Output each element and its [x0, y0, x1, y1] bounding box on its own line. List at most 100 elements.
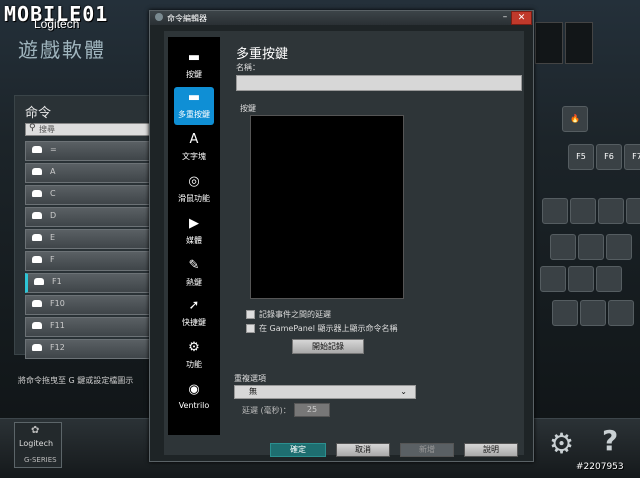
key-button[interactable]	[606, 234, 632, 260]
window-title: 命令編輯器	[167, 14, 207, 23]
list-item[interactable]: A	[25, 163, 151, 183]
key-button[interactable]	[626, 198, 640, 224]
key-button[interactable]	[596, 266, 622, 292]
list-item-label: E	[50, 233, 56, 242]
key-button[interactable]: 🔥	[562, 106, 588, 132]
key-icon	[32, 234, 42, 241]
profile-slots	[535, 22, 593, 72]
list-item[interactable]: F	[25, 251, 151, 271]
list-item[interactable]: =	[25, 141, 151, 161]
watermark-id: #2207953	[576, 462, 624, 472]
drag-hint: 將命令拖曳至 G 鍵或設定檔圖示	[18, 376, 134, 385]
window-titlebar[interactable]: 命令編輯器 – ✕	[150, 11, 533, 25]
settings-gear-icon[interactable]: ⚙	[549, 429, 574, 459]
key-button[interactable]	[570, 198, 596, 224]
command-search-input[interactable]: ⚲ 搜尋	[25, 123, 153, 136]
list-item[interactable]: F11	[25, 317, 151, 337]
command-list: = A C D E F F1 F10 F11 F12	[25, 141, 151, 361]
nav-item-mouse[interactable]: ◎ 滑鼠功能	[168, 171, 220, 209]
help-icon[interactable]: ?	[602, 426, 618, 456]
key-f7[interactable]: F7	[624, 144, 640, 170]
new-button[interactable]: 新增	[400, 443, 454, 457]
key-f6[interactable]: F6	[596, 144, 622, 170]
window-app-icon	[155, 13, 163, 21]
function-gear-icon: ⚙	[188, 340, 200, 355]
help-button[interactable]: 說明	[464, 443, 518, 457]
key-button[interactable]	[550, 234, 576, 260]
list-item[interactable]: F10	[25, 295, 151, 315]
page-title: 多重按鍵	[236, 47, 289, 62]
hotkey-icon: ✎	[188, 258, 200, 273]
key-button[interactable]	[608, 300, 634, 326]
key-button[interactable]	[598, 198, 624, 224]
ok-button[interactable]: 確定	[270, 443, 326, 457]
repeat-label: 重複選項	[234, 374, 266, 383]
list-item[interactable]: F1	[25, 273, 151, 293]
editor-main: 多重按鍵 名稱： 按鍵 記錄事件之間的延遲 在 GamePanel 顯示器上顯示…	[228, 31, 524, 457]
nav-item-text-block[interactable]: A 文字塊	[168, 129, 220, 167]
nav-label: 按鍵	[186, 70, 202, 79]
shortcut-arrow-icon: ➚	[188, 298, 200, 313]
nav-item-ventrilo[interactable]: ◉ Ventrilo	[168, 379, 220, 417]
list-item[interactable]: E	[25, 229, 151, 249]
cancel-button[interactable]: 取消	[336, 443, 390, 457]
record-delay-option[interactable]: 記錄事件之間的延遲	[246, 309, 331, 320]
close-icon[interactable]: ✕	[511, 11, 532, 25]
list-item-label: =	[50, 145, 57, 154]
nav-label: Ventrilo	[178, 401, 210, 410]
profile-slot[interactable]	[535, 22, 563, 64]
nav-item-key[interactable]: ▬ 按鍵	[168, 47, 220, 85]
name-input[interactable]	[236, 75, 522, 91]
list-item-label: F12	[50, 343, 65, 352]
list-item[interactable]: F12	[25, 339, 151, 359]
record-delay-label: 記錄事件之間的延遲	[259, 310, 331, 319]
key-f5[interactable]: F5	[568, 144, 594, 170]
nav-item-media[interactable]: ▶ 媒體	[168, 213, 220, 251]
profile-slot[interactable]	[565, 22, 593, 64]
nav-label: 多重按鍵	[178, 110, 210, 119]
nav-item-shortcut[interactable]: ➚ 快捷鍵	[168, 295, 220, 333]
command-type-nav: ▬ 按鍵 ▬ 多重按鍵 A 文字塊 ◎ 滑鼠功能 ▶ 媒體 ✎ 熱鍵 ➚ 快捷鍵…	[168, 37, 220, 435]
nav-item-multikey[interactable]: ▬ 多重按鍵	[174, 87, 214, 125]
list-item[interactable]: C	[25, 185, 151, 205]
list-item-label: F11	[50, 321, 65, 330]
key-button[interactable]	[540, 266, 566, 292]
gamepanel-checkbox[interactable]	[246, 324, 255, 333]
key-icon	[32, 168, 42, 175]
key-button[interactable]	[568, 266, 594, 292]
command-editor-window: 命令編輯器 – ✕ ▬ 按鍵 ▬ 多重按鍵 A 文字塊 ◎ 滑鼠功能 ▶ 媒體 …	[149, 10, 534, 462]
search-placeholder: 搜尋	[39, 125, 55, 134]
list-item-label: D	[50, 211, 57, 220]
nav-item-hotkey[interactable]: ✎ 熱鍵	[168, 255, 220, 293]
list-item[interactable]: D	[25, 207, 151, 227]
key-icon	[32, 256, 42, 263]
repeat-value: 無	[249, 387, 257, 396]
key-button[interactable]	[578, 234, 604, 260]
list-item-label: F10	[50, 299, 65, 308]
key-button[interactable]	[580, 300, 606, 326]
start-record-button[interactable]: 開始記錄	[292, 339, 364, 354]
editor-body: ▬ 按鍵 ▬ 多重按鍵 A 文字塊 ◎ 滑鼠功能 ▶ 媒體 ✎ 熱鍵 ➚ 快捷鍵…	[164, 31, 524, 457]
key-icon	[32, 344, 42, 351]
commands-title: 命令	[25, 106, 52, 121]
repeat-select[interactable]: 無 ⌄	[234, 385, 416, 399]
key-button[interactable]	[542, 198, 568, 224]
commands-panel: 命令 ⚲ 搜尋 = A C D E F F1 F10 F11 F12	[14, 95, 153, 359]
logitech-mark-icon: ✿	[31, 425, 40, 436]
key-icon	[32, 190, 42, 197]
gamepanel-option[interactable]: 在 GamePanel 顯示器上顯示命令名稱	[246, 323, 397, 334]
key-icon	[32, 300, 42, 307]
delay-input[interactable]: 25	[294, 403, 330, 417]
nav-label: 功能	[186, 360, 202, 369]
app-section-title: 遊戲軟體	[18, 38, 106, 62]
play-icon: ▶	[189, 216, 199, 231]
keys-recording-box[interactable]	[250, 115, 404, 299]
key-button[interactable]	[552, 300, 578, 326]
keyboard-preview: 🔥 F5 F6 F7	[532, 100, 640, 336]
nav-item-function[interactable]: ⚙ 功能	[168, 337, 220, 375]
key-icon: ▬	[187, 50, 201, 65]
record-delay-checkbox[interactable]	[246, 310, 255, 319]
minimize-icon[interactable]: –	[499, 11, 511, 23]
keys-label: 按鍵	[240, 104, 256, 113]
list-item-label: C	[50, 189, 56, 198]
